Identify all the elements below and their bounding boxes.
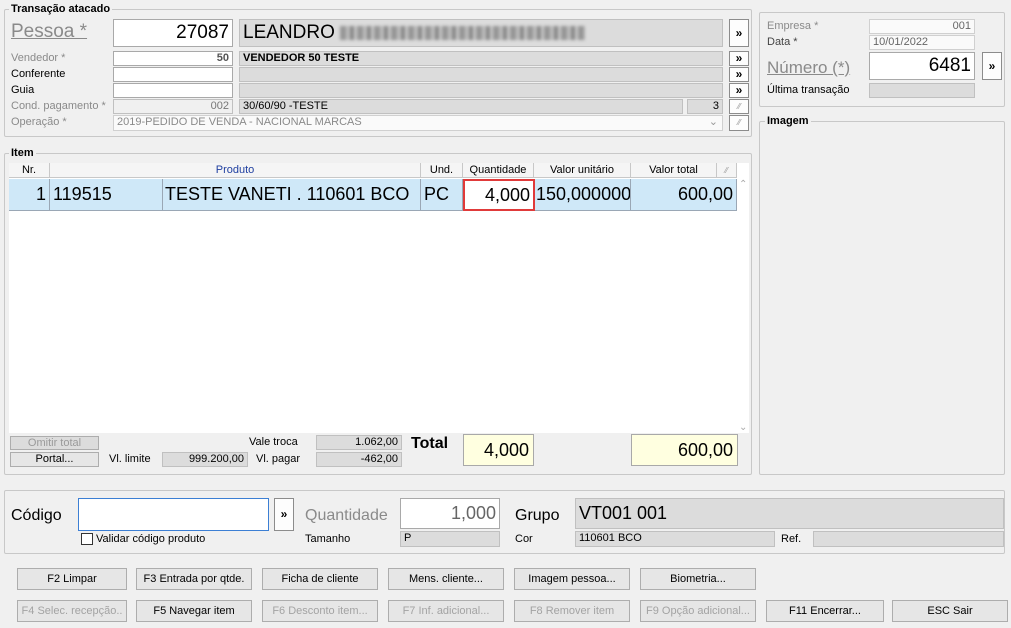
tamanho-field: P	[400, 531, 500, 547]
col-header-quantidade[interactable]: Quantidade	[463, 163, 534, 178]
vertical-scrollbar[interactable]: ⌃ ⌄	[737, 179, 749, 433]
cell-codigo[interactable]: 119515	[50, 179, 163, 211]
f2-limpar-button[interactable]: F2 Limpar	[17, 568, 127, 590]
parcelas-field: 3	[687, 99, 723, 114]
numero-label: Número (*)	[767, 58, 851, 77]
vendedor-name-field: VENDEDOR 50 TESTE	[239, 51, 723, 66]
codigo-input[interactable]	[78, 498, 269, 531]
col-header-nr[interactable]: Nr.	[9, 163, 50, 178]
scroll-down-icon[interactable]: ⌄	[739, 422, 747, 433]
cell-und[interactable]: PC	[421, 179, 463, 211]
chevron-down-icon: ⌄	[708, 116, 718, 128]
f11-encerrar-button[interactable]: F11 Encerrar...	[766, 600, 884, 622]
ultima-transacao-label: Última transação	[767, 84, 850, 96]
portal-button[interactable]: Portal...	[10, 452, 99, 467]
vl-pagar-label: Vl. pagar	[256, 453, 301, 465]
pessoa-label: Pessoa *	[11, 21, 88, 42]
total-quantidade: 4,000	[463, 434, 534, 466]
tamanho-label: Tamanho	[305, 533, 351, 545]
f3-entrada-qtde-button[interactable]: F3 Entrada por qtde.	[136, 568, 252, 590]
operacao-select[interactable]: 2019-PEDIDO DE VENDA - NACIONAL MARCAS ⌄	[113, 115, 723, 131]
cor-label: Cor	[515, 533, 533, 545]
pessoa-name-field: LEANDRO	[239, 19, 723, 47]
operacao-label: Operação *	[11, 116, 67, 128]
col-header-valor-total[interactable]: Valor total	[631, 163, 717, 178]
vale-troca-field: 1.062,00	[316, 435, 402, 450]
pessoa-surname-redacted	[340, 25, 586, 40]
operacao-extra-button: ⁄⁄	[729, 115, 749, 131]
numero-field[interactable]: 6481	[869, 52, 975, 80]
conferente-lookup-button[interactable]: »	[729, 67, 749, 82]
ficha-cliente-button[interactable]: Ficha de cliente	[262, 568, 378, 590]
data-field: 10/01/2022	[869, 35, 975, 50]
validar-checkbox[interactable]	[81, 533, 93, 545]
vl-limite-field: 999.200,00	[162, 452, 248, 467]
total-valor: 600,00	[631, 434, 738, 466]
ref-label: Ref.	[781, 533, 802, 545]
col-header-produto[interactable]: Produto	[50, 163, 421, 178]
pessoa-name-text: LEANDRO	[243, 22, 335, 43]
items-table[interactable]: Nr. Produto Und. Quantidade Valor unitár…	[9, 163, 749, 433]
pessoa-code-field[interactable]: 27087	[113, 19, 233, 47]
data-label: Data *	[767, 36, 798, 48]
cond-pagamento-label: Cond. pagamento *	[11, 100, 106, 112]
validar-label[interactable]: Validar código produto	[96, 533, 205, 545]
guia-lookup-button[interactable]: »	[729, 83, 749, 98]
cond-pagamento-lookup-button: ⁄⁄	[729, 99, 749, 114]
guia-name-field	[239, 83, 723, 98]
guia-code-field[interactable]	[113, 83, 233, 98]
vendedor-lookup-button[interactable]: »	[729, 51, 749, 66]
col-header-valor-unitario[interactable]: Valor unitário	[534, 163, 631, 178]
conferente-label: Conferente	[11, 68, 66, 80]
vl-pagar-field: -462,00	[316, 452, 402, 467]
guia-label: Guia	[11, 84, 35, 96]
f5-navegar-item-button[interactable]: F5 Navegar item	[136, 600, 252, 622]
grupo-label: Grupo	[515, 507, 560, 524]
empresa-field: 001	[869, 19, 975, 34]
imagem-panel	[759, 121, 1005, 475]
esc-sair-button[interactable]: ESC Sair	[892, 600, 1008, 622]
grupo-field: VT001 001	[575, 498, 1004, 529]
cond-pagamento-code-field: 002	[113, 99, 233, 114]
f4-selec-recepcao-button: F4 Selec. recepção..	[17, 600, 127, 622]
codigo-label: Código	[11, 507, 62, 524]
ref-field	[813, 531, 1004, 547]
cell-valor-total[interactable]: 600,00	[631, 179, 737, 211]
cell-produto[interactable]: TESTE VANETI . 110601 BCO	[163, 179, 421, 211]
conferente-name-field	[239, 67, 723, 82]
f6-desconto-item-button: F6 Desconto item...	[262, 600, 378, 622]
quantidade-label: Quantidade	[305, 507, 388, 524]
vl-limite-label: Vl. limite	[109, 453, 151, 465]
pessoa-lookup-button[interactable]: »	[729, 19, 749, 47]
imagem-title: Imagem	[765, 115, 811, 127]
mens-cliente-button[interactable]: Mens. cliente...	[388, 568, 504, 590]
f7-inf-adicional-button: F7 Inf. adicional...	[388, 600, 504, 622]
scroll-up-icon[interactable]: ⌃	[739, 179, 747, 190]
cell-valor-unitario[interactable]: 150,000000	[535, 179, 631, 211]
operacao-value: 2019-PEDIDO DE VENDA - NACIONAL MARCAS	[117, 116, 362, 128]
omitir-total-button: Omitir total	[10, 436, 99, 450]
column-chooser-icon[interactable]: ⁄⁄	[717, 163, 737, 178]
cor-field: 110601 BCO	[575, 531, 775, 547]
cell-nr[interactable]: 1	[9, 179, 50, 211]
vale-troca-label: Vale troca	[249, 436, 298, 448]
vendedor-code-field[interactable]: 50	[113, 51, 233, 66]
codigo-lookup-button[interactable]: »	[274, 498, 294, 531]
transacao-group-title: Transação atacado	[9, 3, 113, 15]
quantidade-field: 1,000	[400, 498, 500, 529]
numero-lookup-button[interactable]: »	[982, 52, 1002, 80]
total-label: Total	[411, 435, 449, 452]
ultima-transacao-field	[869, 83, 975, 98]
imagem-pessoa-button[interactable]: Imagem pessoa...	[514, 568, 630, 590]
cond-pagamento-name-field: 30/60/90 -TESTE	[239, 99, 683, 114]
vendedor-label: Vendedor *	[11, 52, 66, 64]
conferente-code-field[interactable]	[113, 67, 233, 82]
empresa-label: Empresa *	[767, 20, 819, 32]
col-header-und[interactable]: Und.	[421, 163, 463, 178]
f9-opcao-adicional-button: F9 Opção adicional...	[640, 600, 756, 622]
biometria-button[interactable]: Biometria...	[640, 568, 756, 590]
cell-quantidade[interactable]: 4,000	[463, 179, 535, 211]
f8-remover-item-button: F8 Remover item	[514, 600, 630, 622]
item-group-title: Item	[9, 147, 36, 159]
